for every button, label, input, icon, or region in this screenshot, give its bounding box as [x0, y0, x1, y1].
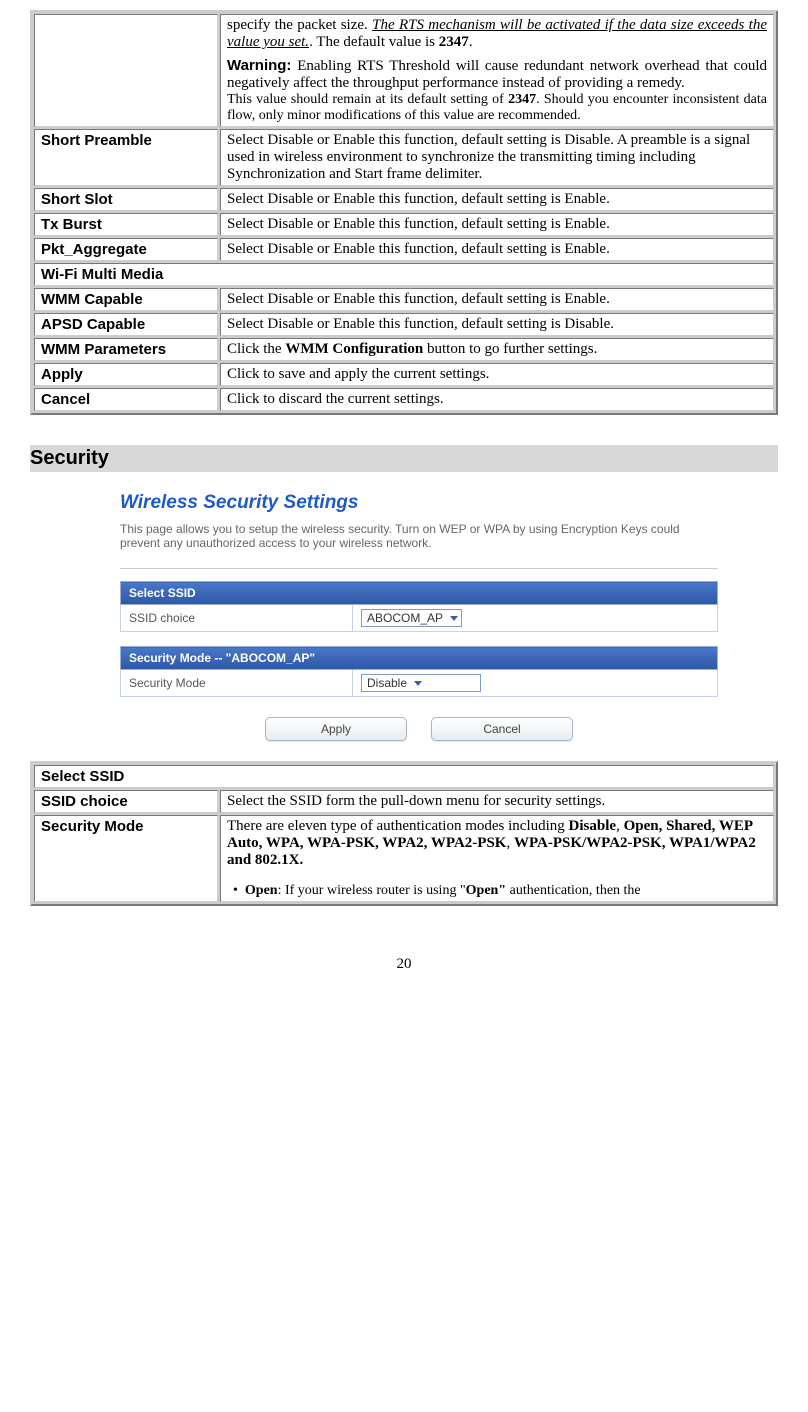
params-table-ssid: Select SSID SSID choice Select the SSID … [30, 761, 778, 906]
ss-desc: This page allows you to setup the wirele… [120, 522, 718, 550]
select-ssid-section-row: Select SSID [34, 765, 774, 788]
wmm-params-row: WMM Parameters Click the WMM Configurati… [34, 338, 774, 361]
wmm-capable-label: WMM Capable [34, 288, 218, 311]
rts-desc-cell: specify the packet size. The RTS mechani… [220, 14, 774, 127]
security-mode-label: Security Mode [34, 815, 218, 902]
short-slot-row: Short Slot Select Disable or Enable this… [34, 188, 774, 211]
cancel-desc: Click to discard the current settings. [220, 388, 774, 411]
ss-ssid-table: Select SSID SSID choice ABOCOM_AP [120, 581, 718, 632]
ssid-choice-desc: Select the SSID form the pull-down menu … [220, 790, 774, 813]
wmm-section-row: Wi-Fi Multi Media [34, 263, 774, 286]
apsd-capable-label: APSD Capable [34, 313, 218, 336]
ss-ssid-header-row: Select SSID [121, 582, 718, 605]
rts-note-block: This value should remain at its default … [227, 92, 767, 124]
wmm-capable-row: WMM Capable Select Disable or Enable thi… [34, 288, 774, 311]
rts-row: specify the packet size. The RTS mechani… [34, 14, 774, 127]
tx-burst-desc: Select Disable or Enable this function, … [220, 213, 774, 236]
short-preamble-desc: Select Disable or Enable this function, … [220, 129, 774, 186]
cancel-button[interactable]: Cancel [431, 717, 573, 741]
rts-postdot: . The default value is [309, 34, 439, 50]
rts-note-bold: 2347 [508, 92, 536, 107]
select-ssid-header: Select SSID [34, 765, 774, 788]
short-preamble-label: Short Preamble [34, 129, 218, 186]
ss-secmode-table: Security Mode -- "ABOCOM_AP" Security Mo… [120, 646, 718, 697]
ssid-choice-label: SSID choice [34, 790, 218, 813]
rts-warning-block: Warning: Enabling RTS Threshold will cau… [227, 57, 767, 92]
wmm-capable-desc: Select Disable or Enable this function, … [220, 288, 774, 311]
apsd-capable-row: APSD Capable Select Disable or Enable th… [34, 313, 774, 336]
ssid-choice-row: SSID choice Select the SSID form the pul… [34, 790, 774, 813]
secmode-b1: Disable [569, 818, 617, 834]
secmode-mid: , [616, 818, 624, 834]
secmode-pre: There are eleven type of authentication … [227, 818, 569, 834]
ss-secmode-value-cell: Disable [353, 670, 718, 697]
security-screenshot: Wireless Security Settings This page all… [30, 482, 778, 761]
cancel-label: Cancel [34, 388, 218, 411]
apply-label: Apply [34, 363, 218, 386]
rts-pre: specify the packet size. [227, 17, 372, 33]
secmode-mid2: , [506, 835, 514, 851]
ss-ssid-row: SSID choice ABOCOM_AP [121, 605, 718, 632]
ssid-choice-value: ABOCOM_AP [367, 611, 443, 625]
warning-label: Warning: [227, 57, 291, 74]
ss-divider [120, 568, 718, 569]
apply-desc: Click to save and apply the current sett… [220, 363, 774, 386]
rts-default: 2347 [439, 34, 469, 50]
chevron-down-icon [450, 616, 458, 621]
pkt-aggregate-label: Pkt_Aggregate [34, 238, 218, 261]
short-preamble-row: Short Preamble Select Disable or Enable … [34, 129, 774, 186]
security-mode-dropdown[interactable]: Disable [361, 674, 481, 692]
wmm-params-label: WMM Parameters [34, 338, 218, 361]
params-table-top: specify the packet size. The RTS mechani… [30, 10, 778, 415]
ss-secmode-header-row: Security Mode -- "ABOCOM_AP" [121, 647, 718, 670]
ss-ssid-label: SSID choice [121, 605, 353, 632]
rts-postdot2: . [469, 34, 473, 50]
tx-burst-row: Tx Burst Select Disable or Enable this f… [34, 213, 774, 236]
tx-burst-label: Tx Burst [34, 213, 218, 236]
secmode-bullet: • Open: If your wireless router is using… [227, 883, 767, 899]
bullet-text: : If your wireless router is using " [278, 883, 466, 898]
pkt-aggregate-row: Pkt_Aggregate Select Disable or Enable t… [34, 238, 774, 261]
apsd-capable-desc: Select Disable or Enable this function, … [220, 313, 774, 336]
bullet-bold: Open" [466, 883, 506, 898]
pkt-aggregate-desc: Select Disable or Enable this function, … [220, 238, 774, 261]
ss-secmode-row: Security Mode Disable [121, 670, 718, 697]
chevron-down-icon [414, 681, 422, 686]
ss-secmode-header: Security Mode -- "ABOCOM_AP" [121, 647, 718, 670]
security-mode-value: Disable [367, 676, 407, 690]
short-slot-desc: Select Disable or Enable this function, … [220, 188, 774, 211]
security-mode-row: Security Mode There are eleven type of a… [34, 815, 774, 902]
wmm-params-post: button to go further settings. [423, 341, 597, 357]
security-mode-desc-cell: There are eleven type of authentication … [220, 815, 774, 902]
ss-ssid-value-cell: ABOCOM_AP [353, 605, 718, 632]
ss-title: Wireless Security Settings [120, 492, 718, 514]
ss-buttons: Apply Cancel [120, 717, 718, 741]
wmm-params-bold: WMM Configuration [285, 341, 423, 357]
wmm-section-header: Wi-Fi Multi Media [34, 263, 774, 286]
rts-note: This value should remain at its default … [227, 92, 508, 107]
apply-button[interactable]: Apply [265, 717, 407, 741]
apply-row: Apply Click to save and apply the curren… [34, 363, 774, 386]
page-number: 20 [0, 956, 808, 983]
ss-secmode-label: Security Mode [121, 670, 353, 697]
warning-text: Enabling RTS Threshold will cause redund… [227, 58, 767, 91]
cancel-row: Cancel Click to discard the current sett… [34, 388, 774, 411]
ss-ssid-header: Select SSID [121, 582, 718, 605]
ssid-choice-dropdown[interactable]: ABOCOM_AP [361, 609, 462, 627]
security-heading: Security [30, 445, 778, 472]
rts-label-cell [34, 14, 218, 127]
bullet-post: authentication, then the [506, 883, 641, 898]
short-slot-label: Short Slot [34, 188, 218, 211]
bullet-label: Open [245, 883, 278, 898]
wmm-params-pre: Click the [227, 341, 285, 357]
wmm-params-desc-cell: Click the WMM Configuration button to go… [220, 338, 774, 361]
